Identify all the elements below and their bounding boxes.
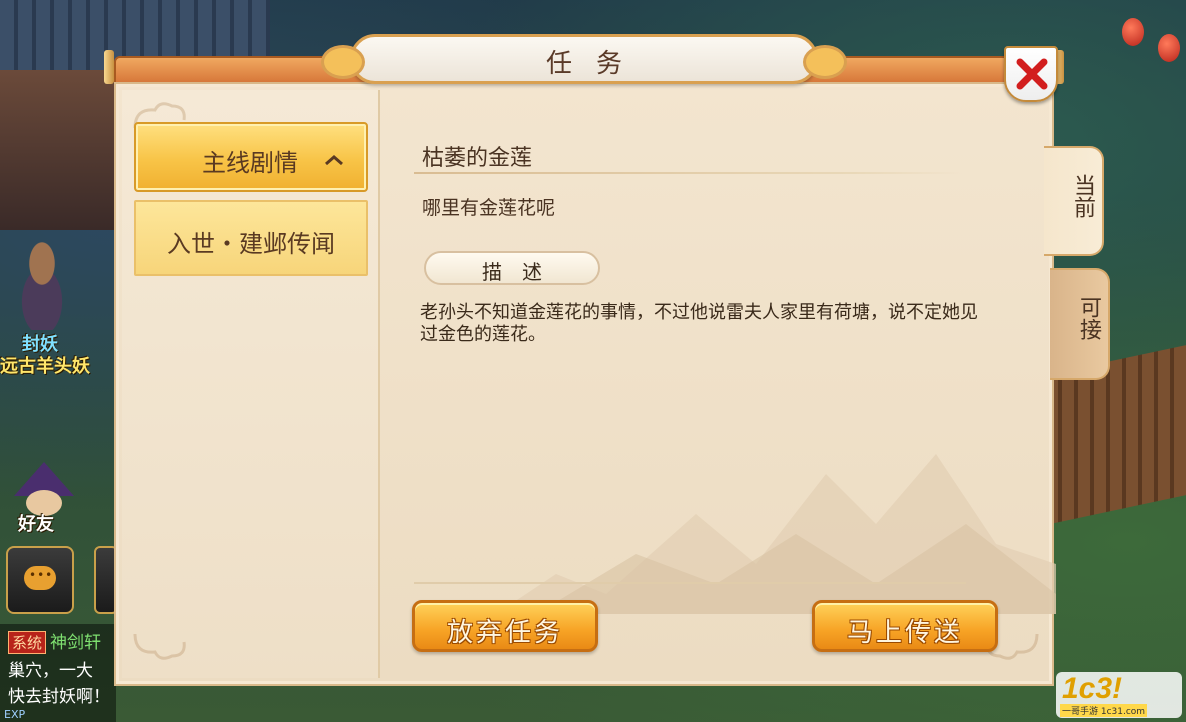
friends-button[interactable]: 好友 — [8, 462, 78, 535]
logo-text: 1c3! — [1062, 672, 1123, 705]
category-label: 主线剧情 — [202, 149, 298, 177]
cloud-ornament-icon — [133, 633, 186, 660]
quest-title: 枯萎的金莲 — [422, 146, 533, 171]
description-body: 老孙头不知道金莲花的事情，不过他说雷夫人家里有荷塘，说不定她见过金色的莲花。 — [420, 302, 978, 345]
teleport-button[interactable]: 马上传送 — [812, 600, 998, 652]
description-header: 描述 — [424, 251, 600, 285]
monster-sprite[interactable] — [2, 235, 82, 330]
exp-label: EXP — [4, 708, 26, 721]
palace-building — [0, 70, 130, 230]
abandon-quest-label: 放弃任务 — [446, 618, 563, 648]
tab-current[interactable]: 当前 — [1044, 146, 1104, 256]
chat-line: 快去封妖啊！ — [8, 687, 110, 707]
lantern-icon — [1158, 34, 1180, 62]
lantern-icon — [1122, 18, 1144, 46]
chevron-up-icon — [325, 155, 343, 166]
quest-subtitle: 哪里有金莲花呢 — [422, 197, 556, 219]
site-logo: 1c3! 一哥手游 1c31.com — [1056, 672, 1182, 718]
chat-button[interactable] — [6, 546, 74, 614]
close-button[interactable] — [1004, 46, 1058, 102]
description-header-label: 描述 — [482, 260, 562, 284]
quest-list-item-label: 入世・建邺传闻 — [167, 230, 335, 258]
abandon-quest-button[interactable]: 放弃任务 — [412, 600, 598, 652]
divider — [414, 172, 962, 174]
dialog-title-plate: 任务 — [321, 34, 847, 84]
category-main-story[interactable]: 主线剧情 — [134, 122, 368, 192]
frame-post — [104, 50, 114, 84]
system-tag: 系统 — [8, 631, 47, 654]
chat-bubble-icon — [24, 566, 56, 590]
divider — [414, 582, 966, 584]
friends-label: 好友 — [18, 514, 54, 535]
tab-available-label: 可接 — [1076, 296, 1101, 340]
quest-dialog: 任务 主线剧情 入世・建邺传闻 枯萎的金莲 哪里有金莲花呢 描述 老孙头不知道金… — [104, 34, 1110, 686]
close-x-icon — [1016, 58, 1048, 90]
teleport-label: 马上传送 — [846, 618, 963, 648]
tab-current-label: 当前 — [1070, 174, 1095, 218]
chat-line: 巢穴，一大 — [8, 661, 93, 681]
quest-list-item[interactable]: 入世・建邺传闻 — [134, 200, 368, 276]
tab-available[interactable]: 可接 — [1050, 268, 1110, 380]
mountain-ink-painting — [496, 454, 1056, 614]
monster-name-label: 远古羊头妖 — [0, 356, 90, 377]
chat-line: 系统 神剑轩 — [8, 628, 101, 654]
logo-subtext: 一哥手游 1c31.com — [1060, 704, 1148, 717]
dialog-title: 任务 — [545, 49, 646, 79]
